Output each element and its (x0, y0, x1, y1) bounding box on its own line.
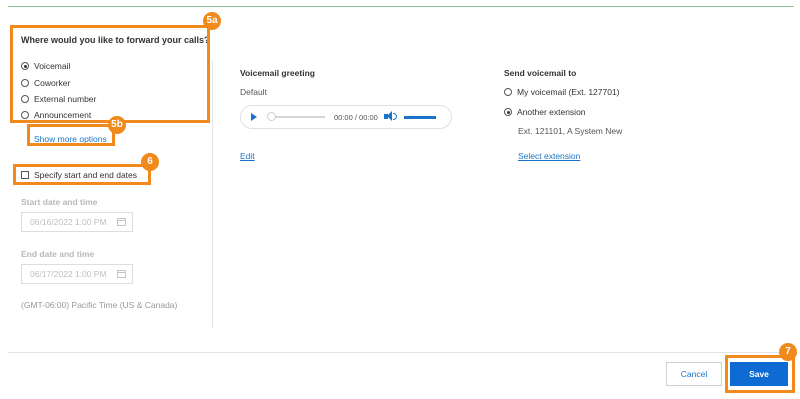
edit-label[interactable]: Edit (240, 151, 255, 161)
audio-player: 00:00 / 00:00 (240, 105, 452, 129)
footer-divider (8, 352, 794, 353)
calendar-icon[interactable] (116, 218, 126, 226)
voicemail-greeting-title: Voicemail greeting (240, 68, 315, 78)
callout-box-7 (725, 355, 795, 393)
callout-box-6 (13, 164, 151, 185)
end-date-input[interactable]: 06/17/2022 1:00 PM (21, 264, 133, 284)
callout-box-5b (27, 124, 115, 146)
select-extension-label[interactable]: Select extension (518, 151, 580, 161)
start-date-label: Start date and time (21, 197, 98, 207)
seek-bar[interactable] (267, 112, 325, 121)
volume-slider[interactable] (403, 115, 436, 119)
callout-badge-7: 7 (779, 343, 797, 361)
calendar-icon[interactable] (116, 270, 126, 278)
callout-box-5a (10, 25, 210, 123)
cancel-button[interactable]: Cancel (666, 362, 722, 386)
extension-info: Ext. 121101, A System New (518, 126, 623, 136)
callout-badge-5b: 5b (108, 116, 126, 134)
radio-button[interactable] (504, 108, 512, 116)
end-date-label: End date and time (21, 249, 95, 259)
send-voicemail-title: Send voicemail to (504, 68, 577, 78)
edit-greeting-link[interactable]: Edit (240, 146, 255, 164)
greeting-value: Default (240, 87, 267, 97)
radio-button[interactable] (504, 88, 512, 96)
timezone-label: (GMT-06:00) Pacific Time (US & Canada) (21, 300, 178, 310)
seek-thumb[interactable] (267, 112, 276, 121)
callout-badge-5a: 5a (203, 12, 221, 30)
radio-label: Another extension (517, 107, 586, 117)
top-divider (8, 6, 794, 7)
start-date-input[interactable]: 06/16/2022 1:00 PM (21, 212, 133, 232)
left-panel-divider (212, 60, 213, 328)
radio-label: My voicemail (Ext. 127701) (517, 87, 620, 97)
start-date-value: 06/16/2022 1:00 PM (30, 217, 107, 227)
radio-another-extension[interactable]: Another extension (504, 107, 586, 117)
callout-badge-6: 6 (141, 153, 159, 171)
volume-icon[interactable] (383, 111, 398, 123)
player-time: 00:00 / 00:00 (334, 112, 378, 122)
select-extension-link[interactable]: Select extension (518, 146, 580, 164)
end-date-value: 06/17/2022 1:00 PM (30, 269, 107, 279)
play-icon[interactable] (251, 113, 257, 121)
radio-my-voicemail[interactable]: My voicemail (Ext. 127701) (504, 87, 620, 97)
